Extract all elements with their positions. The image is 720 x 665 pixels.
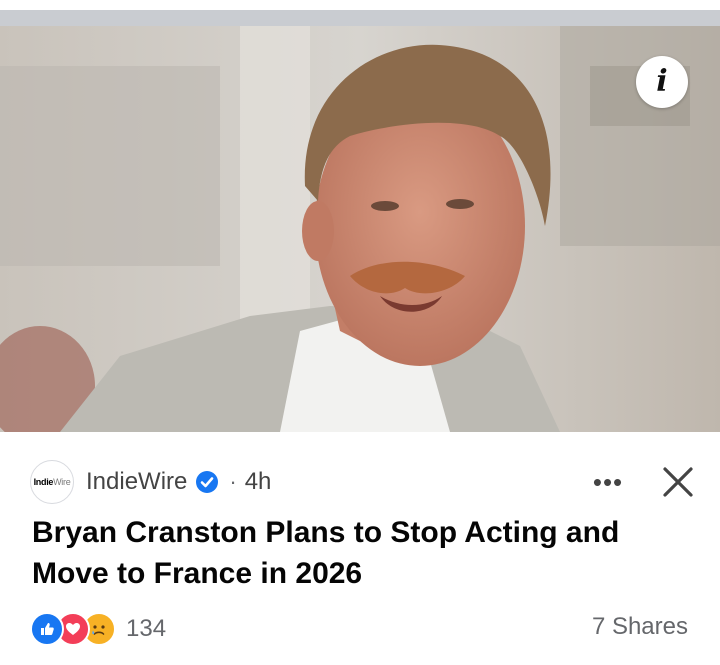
shares-count[interactable]: 7 Shares — [592, 613, 688, 641]
more-options-button[interactable]: ••• — [586, 460, 630, 504]
post-meta-row: Indie Wire IndieWire · 4h ••• — [30, 460, 700, 504]
feed-divider — [0, 10, 720, 26]
separator-dot: · — [229, 469, 237, 494]
close-button[interactable] — [656, 460, 700, 504]
close-icon — [663, 467, 693, 497]
source-logo[interactable]: Indie Wire — [30, 460, 74, 504]
like-reaction-icon — [30, 612, 64, 646]
reactions-summary[interactable]: 134 — [30, 611, 166, 647]
source-name[interactable]: IndieWire — [86, 468, 187, 496]
info-icon: i — [656, 64, 668, 99]
post-time[interactable]: 4h — [245, 468, 272, 496]
logo-text-indie: Indie — [33, 477, 54, 487]
reaction-count: 134 — [126, 615, 167, 642]
logo-text-wire: Wire — [53, 477, 71, 487]
top-band — [0, 0, 720, 10]
headline[interactable]: Bryan Cranston Plans to Stop Acting and … — [32, 512, 682, 594]
article-image[interactable] — [0, 26, 720, 432]
info-button[interactable]: i — [636, 56, 688, 108]
verified-badge-icon — [196, 471, 219, 493]
article-photo-graphic — [0, 26, 720, 432]
